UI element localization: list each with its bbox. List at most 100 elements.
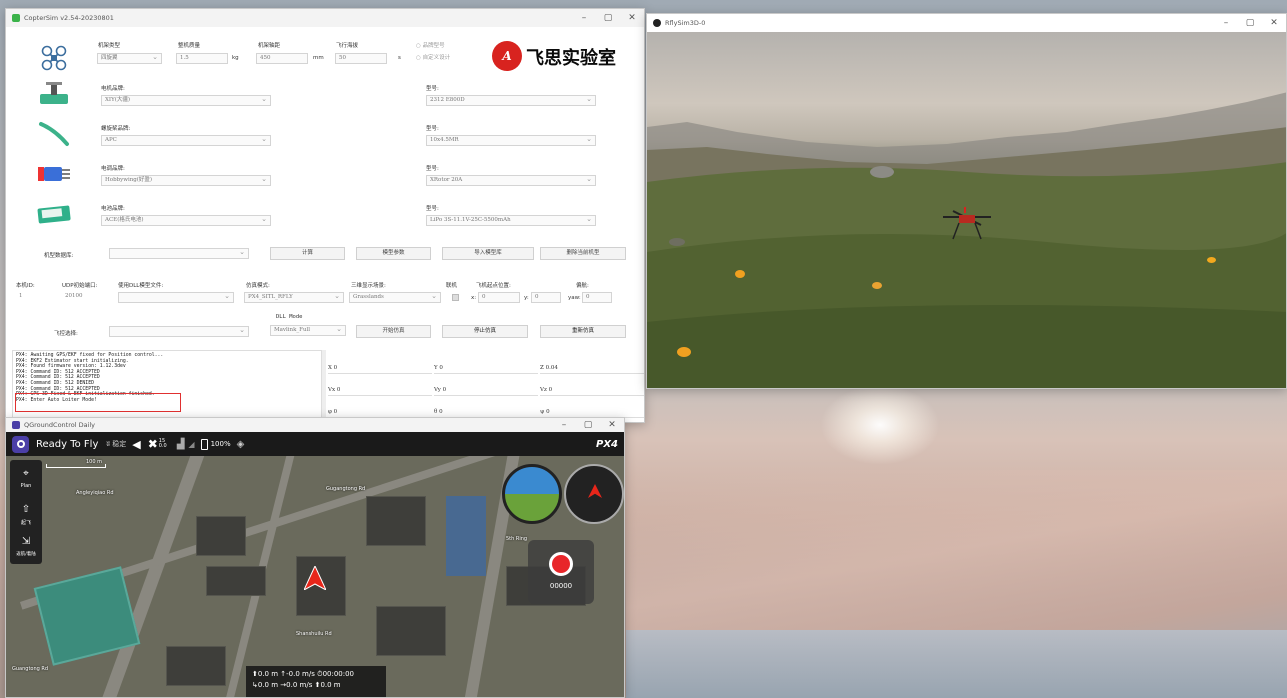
takeoff-icon[interactable]: ⇧ <box>10 504 42 515</box>
radio-custom[interactable]: ○ 自定义设计 <box>416 53 450 61</box>
radio-brand[interactable]: ○ 品牌型号 <box>416 41 445 49</box>
minimize-button[interactable]: – <box>1214 14 1238 32</box>
takeoff-x-input[interactable]: 0 <box>478 292 520 303</box>
altitude-input[interactable]: 50 <box>335 53 387 64</box>
qgc-logo-icon[interactable] <box>12 435 29 453</box>
signal-label: 稳定 <box>112 440 127 448</box>
battery-brand-select[interactable]: ACE(格氏电池) <box>101 215 271 226</box>
map-street-label: 5th Ring <box>506 536 528 542</box>
model-params-button[interactable]: 模型参数 <box>356 247 431 260</box>
fc-select-label: 飞控选择: <box>54 331 78 337</box>
record-button[interactable] <box>549 552 573 576</box>
att-phi-value: 0 <box>333 409 338 415</box>
coptersim-title: CopterSim v2.54-20230801 <box>24 14 114 22</box>
dll-mode-label: DLL Mode <box>276 314 303 320</box>
rtl-label: 返航/着陆 <box>16 552 36 557</box>
flower <box>1207 257 1216 263</box>
delete-model-button[interactable]: 删除当前机型 <box>540 247 626 260</box>
att-psi-label: ψ <box>540 409 545 415</box>
desktop-sun <box>820 385 940 465</box>
maximize-button[interactable]: ▢ <box>576 418 600 432</box>
att-theta-value: 0 <box>439 409 443 415</box>
map-building <box>206 566 266 596</box>
frame-type-select[interactable]: 四旋翼 <box>97 53 162 64</box>
vel-z-label: Vz <box>540 387 547 393</box>
telemetry-row: ⬆0.0 m ↑-0.0 m/s ⏱00:00:00 <box>252 670 355 678</box>
yaw-input[interactable]: 0 <box>582 292 612 303</box>
gimbal-icon[interactable]: ◈ <box>237 439 245 450</box>
3d-scene-viewport[interactable] <box>647 32 1286 388</box>
sim-mode-select[interactable]: PX4_SITL_RFLY <box>244 292 344 303</box>
scene-select[interactable]: Grasslands <box>349 292 441 303</box>
scene-label: 三维显示场景: <box>351 283 386 289</box>
vel-y: Vy 0 <box>434 387 538 396</box>
vehicle-icon[interactable] <box>302 564 328 592</box>
maximize-button[interactable]: ▢ <box>596 9 620 27</box>
close-button[interactable]: ✕ <box>600 418 624 432</box>
copter-id-value[interactable]: 1 <box>16 292 52 303</box>
gps-satellite-icon[interactable]: ✖ <box>148 437 158 451</box>
pos-y-value: 0 <box>439 365 443 371</box>
telemetry-icon[interactable]: ◀ <box>132 438 140 451</box>
prop-model-select[interactable]: 10x4.5MR <box>426 135 596 146</box>
maximize-button[interactable]: ▢ <box>1238 14 1262 32</box>
battery-model-select[interactable]: LiPo 3S-11.1V-25C-5500mAh <box>426 215 596 226</box>
battery-brand-label: 电池品牌: <box>101 206 125 212</box>
minimize-button[interactable]: – <box>572 9 596 27</box>
map-street-label: Guangtong Rd <box>12 666 49 672</box>
model-db-label: 机型数据库: <box>44 253 74 259</box>
pos-z: Z 0.04 <box>540 365 644 374</box>
rc-signal-icon[interactable]: ▟ <box>177 439 185 450</box>
motor-icon <box>32 79 76 109</box>
telemetry-distance: 0.0 m <box>257 681 279 689</box>
rflysim-app-icon <box>653 19 661 27</box>
plan-icon[interactable]: ⌖ <box>10 468 42 479</box>
wheelbase-input[interactable]: 450 <box>256 53 308 64</box>
pos-y-label: Y <box>434 365 438 371</box>
qgc-title: QGroundControl Daily <box>24 421 96 429</box>
udp-port-value[interactable]: 20100 <box>62 292 106 303</box>
motor-brand-select[interactable]: XIY(大疆) <box>101 95 271 106</box>
start-sim-button[interactable]: 开始仿真 <box>356 325 431 338</box>
signal-text: ʬ 稳定 <box>106 440 127 448</box>
heading-label: 偏航: <box>576 283 589 289</box>
dll-file-select[interactable] <box>118 292 234 303</box>
mass-input[interactable]: 1.5 <box>176 53 228 64</box>
fc-select[interactable] <box>109 326 249 337</box>
esc-brand-label: 电调品牌: <box>101 166 125 172</box>
calc-button[interactable]: 计算 <box>270 247 345 260</box>
rtl-icon[interactable]: ⇲ <box>10 536 42 547</box>
import-model-button[interactable]: 导入模型库 <box>442 247 534 260</box>
prop-brand-select[interactable]: APC <box>101 135 271 146</box>
stop-sim-button[interactable]: 停止仿真 <box>442 325 528 338</box>
camera-panel: 00000 <box>528 540 594 604</box>
motor-model-select[interactable]: 2312 E800D <box>426 95 596 106</box>
offline-checkbox[interactable] <box>452 294 459 301</box>
close-button[interactable]: ✕ <box>620 9 644 27</box>
compass-heading-icon <box>588 484 602 498</box>
satellite-map[interactable]: Angleyiqiao Rd Gugangtong Rd Shanshuilu … <box>6 456 624 697</box>
takeoff-y-input[interactable]: 0 <box>531 292 561 303</box>
motor-model-label: 型号: <box>426 86 439 92</box>
esc-brand-select[interactable]: Hobbywing(好盈) <box>101 175 271 186</box>
radio-custom-label: 自定义设计 <box>422 55 451 61</box>
dll-mode-select[interactable]: Mavlink_Full <box>270 325 346 336</box>
log-scrollbar[interactable] <box>322 350 326 422</box>
minimize-button[interactable]: – <box>552 418 576 432</box>
rflysim-titlebar: RflySim3D-0 – ▢ ✕ <box>647 14 1286 32</box>
pos-y: Y 0 <box>434 365 538 374</box>
pos-z-value: 0.04 <box>545 365 558 371</box>
battery-icon[interactable] <box>200 438 208 450</box>
flight-status[interactable]: Ready To Fly <box>36 439 98 450</box>
coptersim-titlebar: CopterSim v2.54-20230801 – ▢ ✕ <box>6 9 644 27</box>
restart-sim-button[interactable]: 重新仿真 <box>540 325 626 338</box>
desktop-water <box>626 630 1287 698</box>
esc-model-select[interactable]: XRotor 20A <box>426 175 596 186</box>
log-console[interactable]: PX4: Awaiting GPS/EKF fixed for Position… <box>12 350 322 422</box>
map-street-label: Angleyiqiao Rd <box>76 490 114 496</box>
pos-x-label: X <box>328 365 332 371</box>
model-db-select[interactable] <box>109 248 249 259</box>
wheelbase-label: 机架轴距 <box>258 43 281 49</box>
close-button[interactable]: ✕ <box>1262 14 1286 32</box>
plan-label: Plan <box>20 483 32 489</box>
